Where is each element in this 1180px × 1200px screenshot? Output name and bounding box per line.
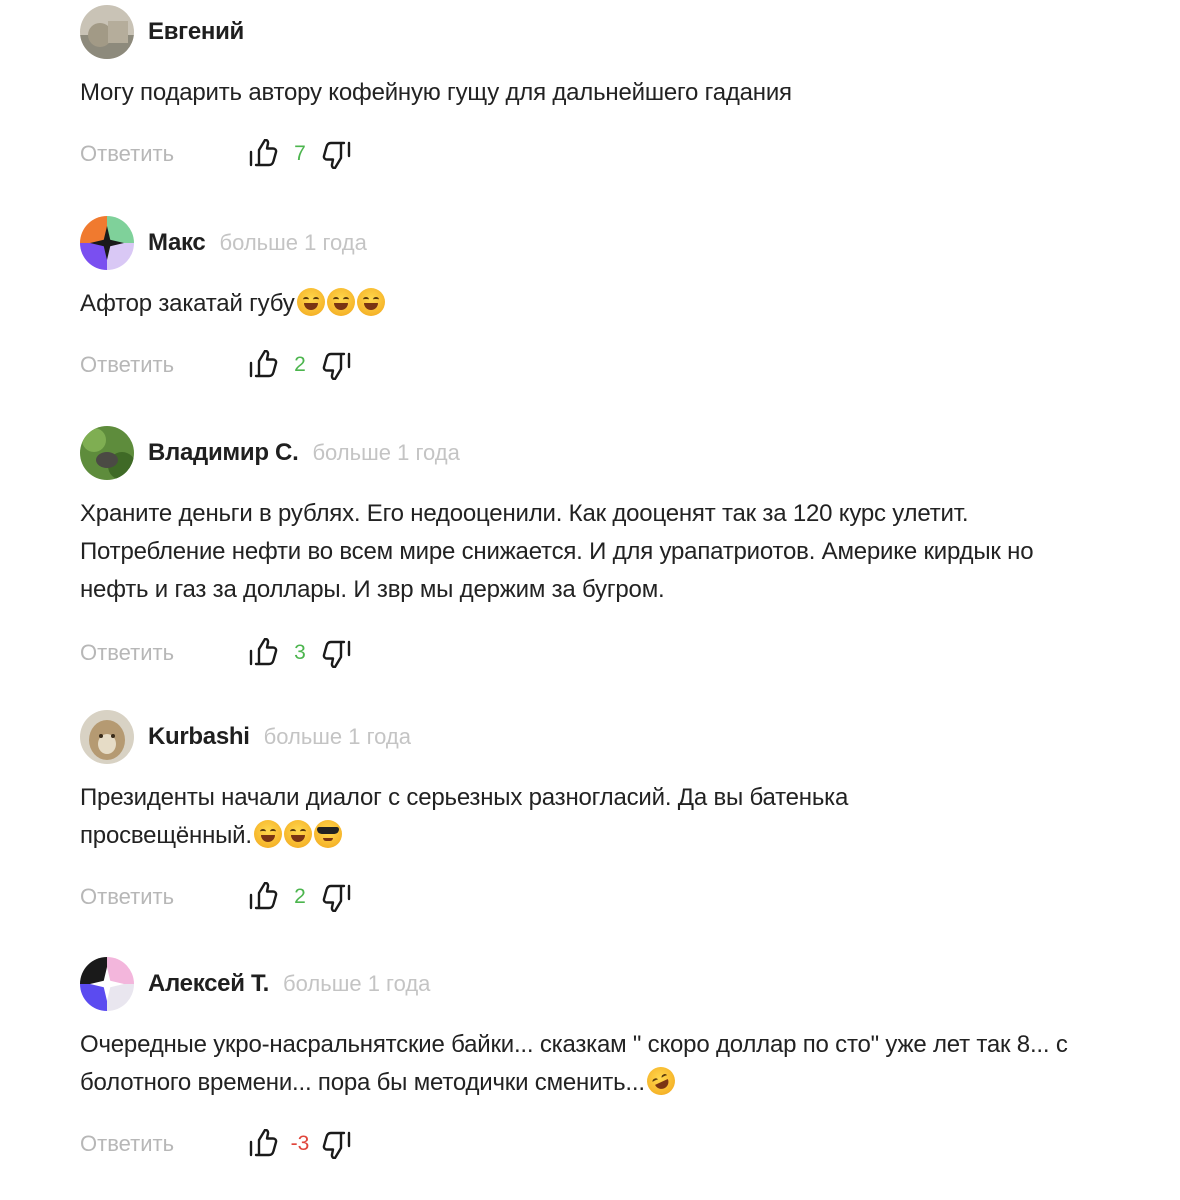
reply-button[interactable]: Ответить	[80, 141, 248, 167]
avatar[interactable]	[80, 710, 134, 764]
avatar[interactable]	[80, 957, 134, 1011]
thumb-down-icon[interactable]	[322, 638, 352, 668]
author-name[interactable]: Макс	[148, 229, 206, 257]
reply-button[interactable]: Ответить	[80, 1131, 248, 1157]
comment-text: Афтор закатай губу	[80, 285, 1140, 323]
rolling-laughing-face-icon	[642, 1062, 680, 1100]
author-name[interactable]: Владимир С.	[148, 439, 299, 467]
thumb-up-icon[interactable]	[248, 638, 278, 668]
comment-time: больше 1 года	[312, 440, 460, 465]
thumb-down-icon[interactable]	[322, 350, 352, 380]
thumb-down-icon[interactable]	[322, 882, 352, 912]
like-count: 7	[294, 142, 306, 165]
comment: Владимир С. больше 1 года Храните деньги…	[80, 425, 1140, 673]
comment: Kurbashi больше 1 года Президенты начали…	[80, 709, 1140, 917]
laughing-face-icon	[296, 288, 325, 316]
comment-text: Могу подарить автору кофейную гущу для д…	[80, 79, 792, 106]
comment-text: Президенты начали диалог с серьезных раз…	[80, 784, 849, 849]
comment-time: больше 1 года	[219, 230, 367, 255]
thumb-up-icon[interactable]	[248, 1129, 278, 1159]
like-count: -3	[290, 1132, 310, 1155]
comment: Алексей Т. больше 1 года Очередные укро-…	[80, 956, 1140, 1164]
avatar[interactable]	[80, 216, 134, 270]
reply-button[interactable]: Ответить	[80, 352, 248, 378]
author-name[interactable]: Алексей Т.	[148, 970, 269, 998]
comment: Макс больше 1 года Афтор закатай губу От…	[80, 215, 1140, 385]
like-count: 3	[294, 641, 306, 664]
thumb-down-icon[interactable]	[322, 1129, 352, 1159]
like-count: 2	[294, 353, 306, 376]
avatar[interactable]	[80, 426, 134, 480]
comment-time: больше 1 года	[283, 971, 431, 996]
laughing-face-icon	[326, 288, 355, 316]
like-count: 2	[294, 885, 306, 908]
author-name[interactable]: Kurbashi	[148, 723, 250, 751]
comment-text: Очередные укро-насральнятские байки... с…	[80, 1026, 1070, 1102]
reply-button[interactable]: Ответить	[80, 884, 248, 910]
comment: Евгений Могу подарить автору кофейную гу…	[80, 4, 1140, 174]
comment-text: Храните деньги в рублях. Его недооценили…	[80, 500, 1034, 603]
thumb-up-icon[interactable]	[248, 139, 278, 169]
laughing-face-icon	[356, 288, 385, 316]
laughing-face-icon	[283, 820, 312, 848]
thumb-up-icon[interactable]	[248, 350, 278, 380]
avatar[interactable]	[80, 5, 134, 59]
laughing-face-icon	[253, 820, 282, 848]
author-name[interactable]: Евгений	[148, 18, 244, 46]
reply-button[interactable]: Ответить	[80, 640, 248, 666]
comment-time: больше 1 года	[263, 724, 411, 749]
thumb-up-icon[interactable]	[248, 882, 278, 912]
sunglasses-face-icon	[313, 820, 342, 848]
thumb-down-icon[interactable]	[322, 139, 352, 169]
